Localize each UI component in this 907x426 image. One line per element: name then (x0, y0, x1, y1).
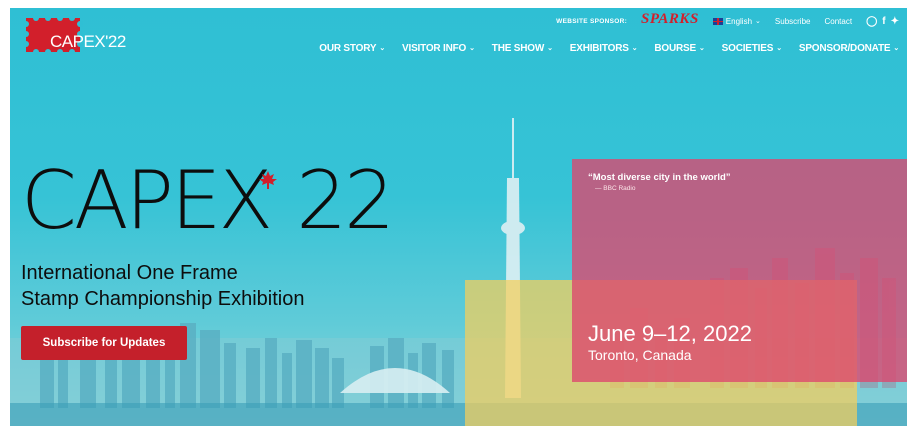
facebook-icon[interactable]: f (882, 16, 885, 27)
chevron-down-icon: ⌄ (776, 45, 782, 52)
nav-item-societies[interactable]: SOCIETIES ⌄ (722, 43, 782, 54)
quote-source: — BBC Radio (595, 185, 636, 192)
nav-item-visitor-info[interactable]: VISITOR INFO ⌄ (402, 43, 475, 54)
sponsor-label: WEBSITE SPONSOR: (556, 17, 628, 25)
hero-brand-title: CAPEX 22 (21, 161, 395, 241)
nav-item-the-show[interactable]: THE SHOW ⌄ (492, 43, 553, 54)
social-links: ◯ f ✦ (866, 16, 899, 27)
language-label: English (725, 16, 753, 26)
nav-label: THE SHOW (491, 43, 545, 54)
brand-left: CAPEX (21, 154, 273, 247)
chevron-down-icon: ⌄ (379, 45, 386, 52)
nav-label: OUR STORY (319, 43, 377, 54)
chevron-down-icon: ⌄ (698, 45, 705, 52)
nav-item-bourse[interactable]: BOURSE ⌄ (654, 43, 704, 54)
sponsor-logo[interactable]: SPARKS (641, 12, 699, 27)
subscribe-for-updates-button[interactable]: Subscribe for Updates (21, 326, 187, 360)
instagram-icon[interactable]: ◯ (866, 16, 877, 27)
event-location: Toronto, Canada (588, 347, 692, 363)
hero-subtitle: International One Frame Stamp Championsh… (21, 260, 305, 312)
language-selector[interactable]: English ⌄ (712, 16, 761, 26)
subtitle-line-2: Stamp Championship Exhibition (21, 288, 305, 310)
nav-label: SOCIETIES (721, 43, 774, 54)
hero-banner: CAPEX'22 WEBSITE SPONSOR: SPARKS English… (10, 8, 907, 426)
logo-text: CAPEX'22 (50, 32, 126, 51)
contact-link[interactable]: Contact (824, 17, 852, 26)
chevron-down-icon: ⌄ (469, 45, 475, 52)
nav-item-sponsor-donate[interactable]: SPONSOR/DONATE ⌄ (799, 43, 899, 54)
hero-quote: “Most diverse city in the world” (588, 172, 731, 183)
nav-label: SPONSOR/DONATE (798, 43, 891, 54)
nav-item-exhibitors[interactable]: EXHIBITORS ⌄ (570, 43, 638, 54)
brand-right: 22 (296, 154, 395, 247)
subscribe-link[interactable]: Subscribe (775, 17, 811, 26)
nav-label: BOURSE (654, 43, 696, 54)
nav-item-our-story[interactable]: OUR STORY ⌄ (319, 43, 385, 54)
maple-leaf-icon (259, 171, 277, 189)
chevron-down-icon: ⌄ (547, 45, 553, 52)
nav-label: VISITOR INFO (402, 43, 467, 54)
main-nav: OUR STORY ⌄ VISITOR INFO ⌄ THE SHOW ⌄ EXHIB… (319, 43, 899, 54)
capex-logo[interactable]: CAPEX'22 (22, 14, 126, 56)
subtitle-line-1: International One Frame (21, 262, 238, 284)
top-bar: WEBSITE SPONSOR: SPARKS English ⌄ Subscri… (556, 12, 899, 28)
twitter-icon[interactable]: ✦ (891, 16, 899, 27)
chevron-down-icon: ⌄ (893, 45, 899, 52)
chevron-down-icon: ⌄ (755, 17, 761, 25)
event-date: June 9–12, 2022 (588, 321, 752, 346)
uk-flag-icon (712, 17, 723, 25)
nav-label: EXHIBITORS (569, 43, 629, 54)
chevron-down-icon: ⌄ (631, 45, 638, 52)
